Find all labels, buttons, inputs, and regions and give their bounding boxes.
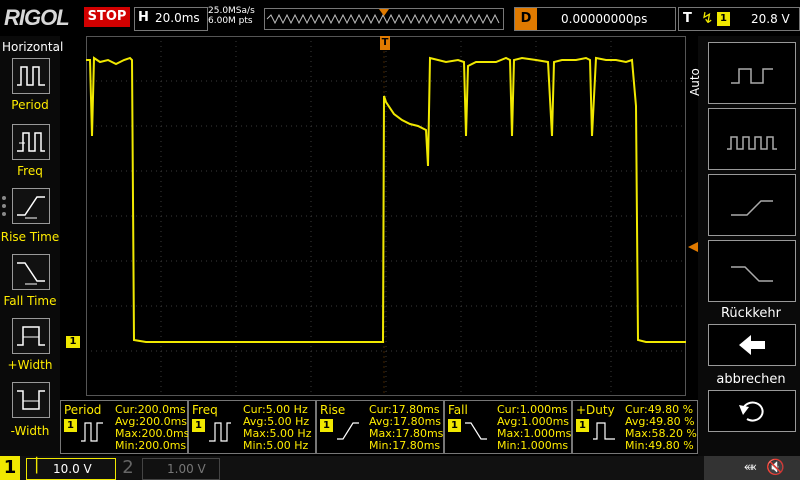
measurement-period[interactable]: Period 1 Cur:200.0ms Avg:200.0ms Max:200… xyxy=(60,400,189,454)
delay-value: 0.00000000ps xyxy=(561,12,648,26)
run-stop-indicator[interactable]: STOP xyxy=(84,7,130,27)
undo-icon xyxy=(739,401,764,422)
measurement-duty[interactable]: +Duty 1 Cur:49.80 % Avg:49.80 % Max:58.2… xyxy=(572,400,698,454)
trigger-channel-badge: 1 xyxy=(717,12,730,26)
square-wave-button[interactable] xyxy=(708,42,796,104)
page-dots xyxy=(2,196,7,220)
rising-edge-button[interactable] xyxy=(708,174,796,236)
pulse-train-button[interactable] xyxy=(708,108,796,170)
positive-width-icon xyxy=(17,326,45,346)
square-wave-icon xyxy=(731,68,773,84)
rise-time-icon xyxy=(17,196,45,219)
measurement-name: +Duty xyxy=(576,403,615,417)
usb-icon: ⬽ xyxy=(744,459,757,475)
positive-width-button[interactable] xyxy=(12,318,50,354)
measurement-channel: 1 xyxy=(64,419,77,432)
ch1-scale-box[interactable]: ⎮ 10.0 V xyxy=(26,458,116,480)
fall-time-button[interactable] xyxy=(12,254,50,290)
measurement-rise[interactable]: Rise 1 Cur:17.80ms Avg:17.80ms Max:17.80… xyxy=(316,400,444,454)
measurement-name: Freq xyxy=(192,403,218,417)
memory-depth: 6.00M pts xyxy=(208,16,253,26)
negative-width-label: -Width xyxy=(10,424,50,438)
sample-rate: 25.0MSa/s xyxy=(208,6,255,16)
cancel-title: abbrechen xyxy=(716,372,786,387)
trigger-position-marker[interactable]: T xyxy=(380,36,390,50)
duty-cycle-icon xyxy=(593,422,615,440)
panel-title: Horizontal xyxy=(2,40,64,54)
measurement-min: Min:5.00 Hz xyxy=(243,439,309,452)
ch2-scale-value: 1.00 V xyxy=(167,462,206,476)
ch1-ground-marker[interactable]: 1 xyxy=(66,336,80,348)
measurement-channel: 1 xyxy=(576,419,589,432)
positive-width-label: +Width xyxy=(7,358,53,372)
measurement-name: Period xyxy=(64,403,102,417)
measurement-name: Rise xyxy=(320,403,346,417)
delay-label: D xyxy=(515,8,537,30)
waveform-canvas xyxy=(86,36,686,396)
ch1-trace xyxy=(86,56,686,343)
auto-tab[interactable]: Auto xyxy=(686,40,702,110)
timebase-value: 20.0ms xyxy=(155,11,200,25)
horizontal-label: H xyxy=(138,10,149,25)
pulse-train-icon xyxy=(727,136,777,150)
falling-edge-button[interactable] xyxy=(708,240,796,302)
falling-ramp-icon xyxy=(731,266,773,282)
rising-edge-icon: ↯ xyxy=(701,9,714,27)
cancel-button[interactable] xyxy=(708,390,796,432)
measurement-min: Min:49.80 % xyxy=(625,439,694,452)
rise-time-icon xyxy=(337,422,359,440)
measurement-name: Fall xyxy=(448,403,468,417)
rise-time-label: Rise Time xyxy=(0,230,60,244)
memory-waveform-icon xyxy=(266,9,500,25)
fall-time-icon xyxy=(17,262,45,285)
frequency-label: Freq xyxy=(17,164,43,178)
measurement-channel: 1 xyxy=(320,419,333,432)
memory-trigger-marker xyxy=(379,9,389,16)
fall-time-label: Fall Time xyxy=(3,294,57,308)
back-title: Rückkehr xyxy=(720,306,781,321)
ch2-button[interactable]: 2 xyxy=(118,456,138,480)
frequency-button[interactable] xyxy=(12,124,50,160)
measurement-frequency[interactable]: Freq 1 Cur:5.00 Hz Avg:5.00 Hz Max:5.00 … xyxy=(188,400,316,454)
ch1-scale-value: 10.0 V xyxy=(53,462,92,476)
trigger-level: 20.8 V xyxy=(751,12,790,26)
brand-logo: RIGOL xyxy=(4,5,70,30)
trigger-level-marker[interactable] xyxy=(688,242,698,252)
measurement-min: Min:17.80ms xyxy=(369,439,441,452)
timebase-box[interactable]: H 20.0ms xyxy=(134,7,208,31)
period-label: Period xyxy=(11,98,49,112)
frequency-icon xyxy=(17,132,45,152)
negative-width-button[interactable] xyxy=(12,382,50,418)
back-button[interactable] xyxy=(708,324,796,366)
acquisition-info: 25.0MSa/s 6.00M pts xyxy=(208,6,255,26)
trigger-label: T xyxy=(683,11,692,26)
period-button[interactable] xyxy=(12,58,50,94)
ch2-scale-box[interactable]: 1.00 V xyxy=(142,458,220,480)
measurement-min: Min:1.000ms xyxy=(497,439,569,452)
fall-time-icon xyxy=(465,422,487,440)
waveform-memory-overview[interactable] xyxy=(264,8,504,30)
period-icon xyxy=(17,66,45,86)
period-icon xyxy=(81,422,103,442)
ch1-button[interactable]: 1 xyxy=(0,456,20,480)
negative-width-icon xyxy=(17,390,45,410)
waveform-display[interactable]: T xyxy=(86,36,686,396)
measurement-channel: 1 xyxy=(192,419,205,432)
trigger-box[interactable]: T ↯ 1 20.8 V xyxy=(678,7,800,31)
arrow-left-icon xyxy=(739,335,765,355)
speaker-muted-icon[interactable]: 🔇 xyxy=(766,458,785,476)
auto-tab-label: Auto xyxy=(688,68,702,96)
frequency-icon xyxy=(209,422,231,442)
measurement-channel: 1 xyxy=(448,419,461,432)
rise-time-button[interactable] xyxy=(12,188,50,224)
measurement-fall[interactable]: Fall 1 Cur:1.000ms Avg:1.000ms Max:1.000… xyxy=(444,400,572,454)
delay-box[interactable]: D 0.00000000ps xyxy=(514,7,676,31)
dc-coupling-icon: ⎮ xyxy=(33,458,41,474)
measurement-min: Min:200.0ms xyxy=(115,439,187,452)
rising-ramp-icon xyxy=(731,200,773,216)
system-status-area: ⬽ 🔇 xyxy=(704,456,800,480)
